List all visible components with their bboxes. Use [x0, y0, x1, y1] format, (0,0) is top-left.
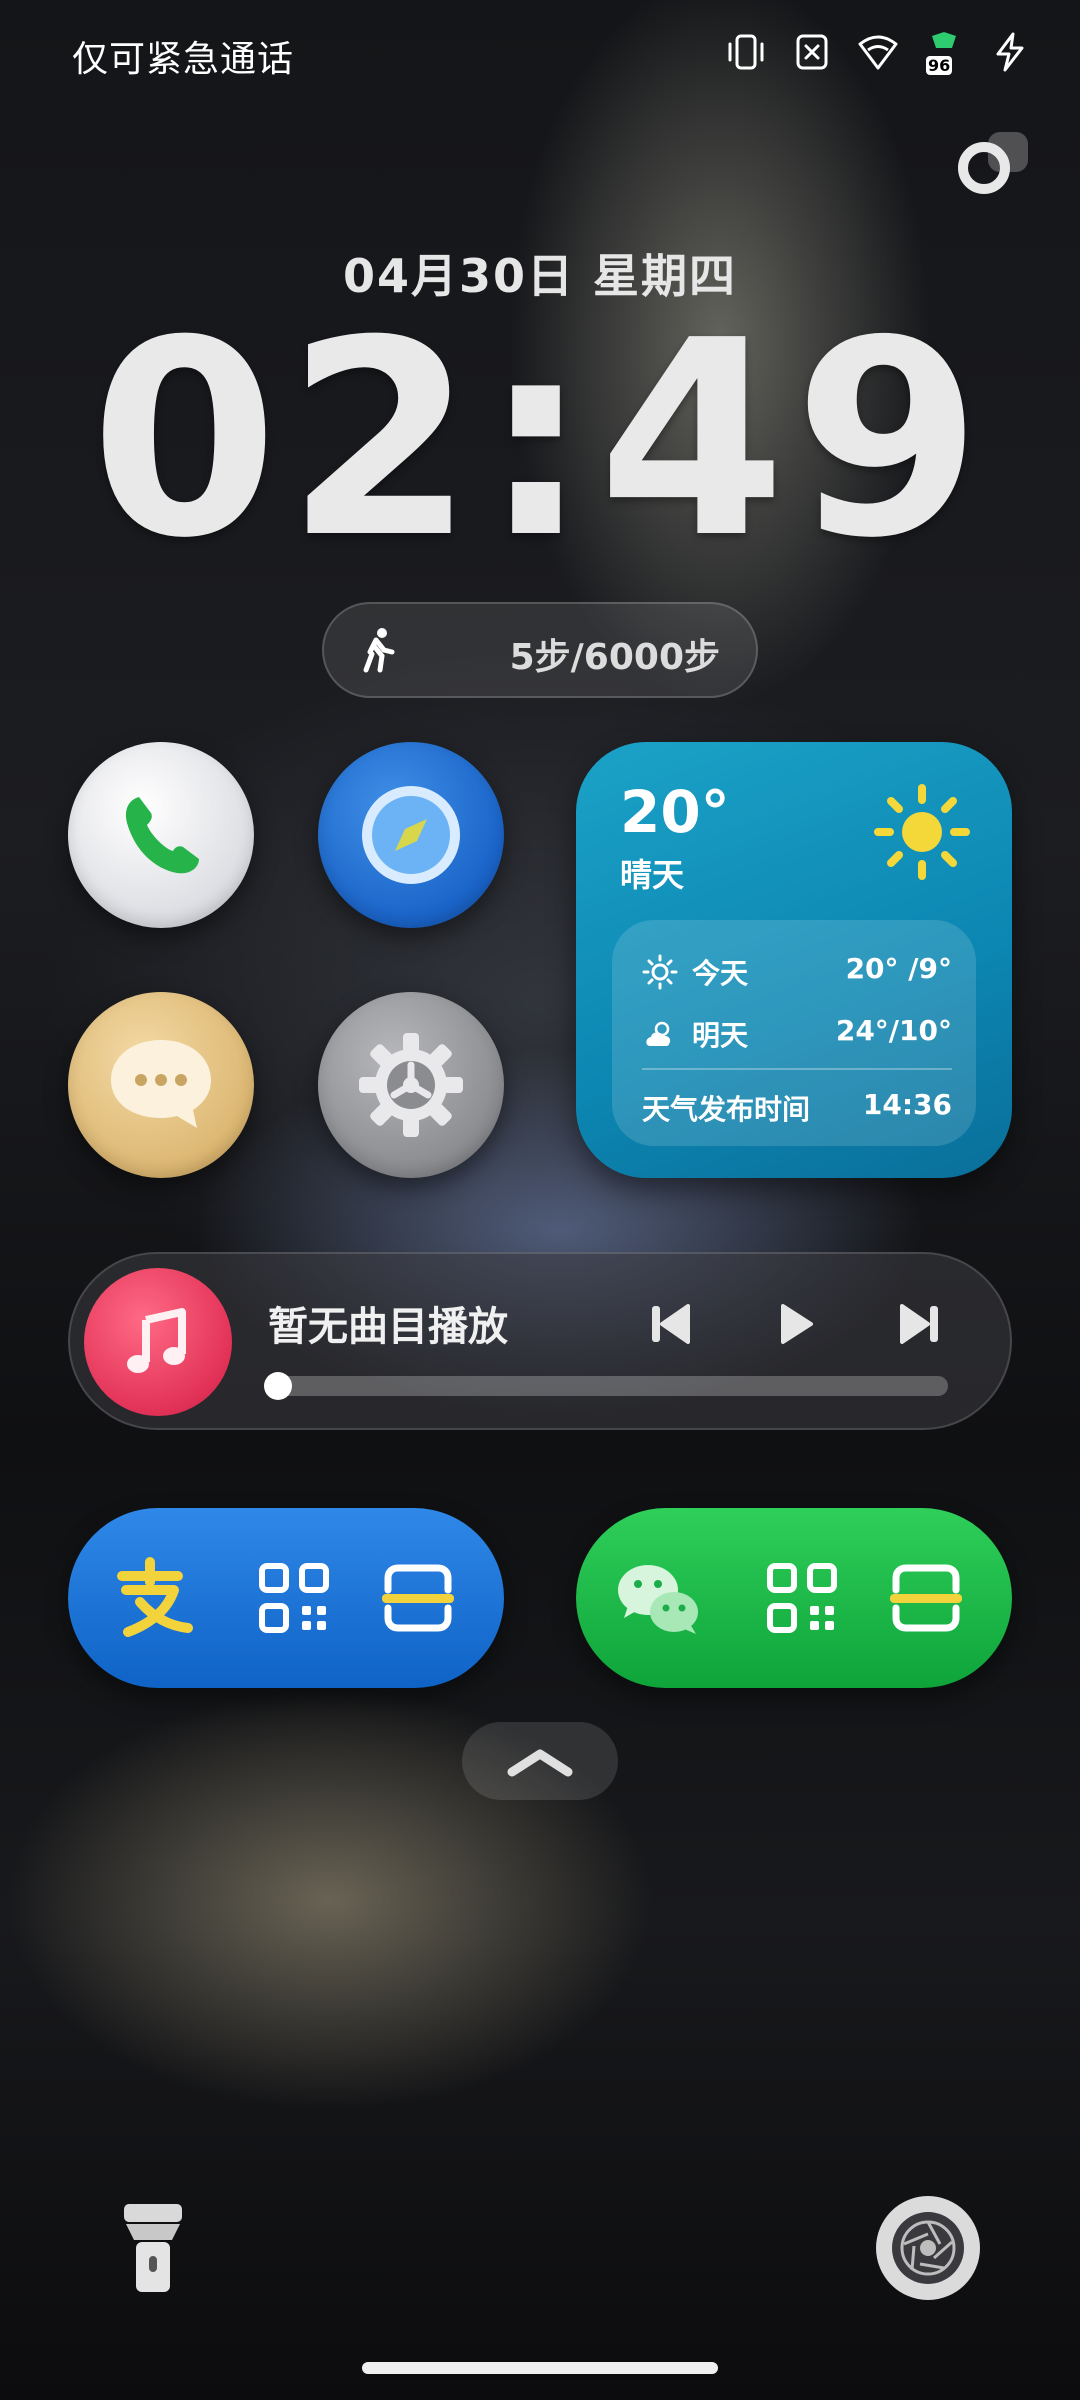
forecast-divider	[642, 1068, 952, 1070]
forecast-row-today: 今天 20° /9°	[642, 946, 952, 994]
settings-app-button[interactable]	[318, 992, 504, 1178]
play-button[interactable]	[765, 1294, 825, 1354]
flashlight-icon	[124, 2204, 182, 2292]
today-range: 20° /9°	[845, 952, 952, 985]
music-progress-bar[interactable]	[268, 1376, 948, 1396]
alipay-shortcut[interactable]	[68, 1508, 504, 1688]
browser-app-button[interactable]	[318, 742, 504, 928]
qr-code-icon[interactable]	[756, 1552, 848, 1644]
previous-track-button[interactable]	[640, 1294, 700, 1354]
step-counter-widget[interactable]: 5步/6000步	[322, 602, 758, 698]
phone-app-button[interactable]	[68, 742, 254, 928]
flashlight-button[interactable]	[118, 2200, 188, 2296]
forecast-row-updated: 天气发布时间 14:36	[642, 1082, 952, 1130]
update-time: 14:36	[862, 1088, 952, 1121]
forecast-row-tomorrow: 明天 24°/10°	[642, 1008, 952, 1056]
music-note-icon	[127, 1308, 186, 1373]
vibrate-icon	[724, 30, 768, 74]
lock-clock: 02:49	[90, 282, 990, 597]
walking-icon	[354, 626, 402, 674]
weather-temperature: 20°	[620, 778, 730, 846]
weather-forecast-panel: 今天 20° /9° 明天 24°/10° 天气发布时间 14:36	[612, 920, 976, 1146]
weather-condition: 晴天	[620, 856, 685, 894]
sun-icon	[874, 784, 970, 880]
tomorrow-range: 24°/10°	[835, 1014, 952, 1047]
gear-icon	[359, 1033, 463, 1137]
music-title: 暂无曲目播放	[268, 1304, 508, 1350]
carrier-status-text: 仅可紧急通话	[72, 39, 295, 80]
scan-icon[interactable]	[880, 1552, 972, 1644]
steps-count: 5步/6000步	[509, 637, 720, 678]
tomorrow-label: 明天	[692, 1019, 749, 1052]
update-label: 天气发布时间	[642, 1093, 811, 1126]
alipay-logo	[117, 1557, 193, 1637]
status-icons: 96	[724, 30, 1032, 75]
messages-app-button[interactable]	[68, 992, 254, 1178]
skip-previous-icon	[652, 1304, 690, 1344]
message-bubble-icon	[111, 1040, 211, 1128]
play-icon	[781, 1304, 813, 1344]
lock-status-icon	[958, 142, 1010, 194]
home-indicator[interactable]	[362, 2362, 718, 2374]
expand-up-button[interactable]	[462, 1722, 618, 1800]
today-label: 今天	[692, 957, 749, 990]
battery-icon: 96	[922, 30, 966, 75]
compass-icon	[362, 786, 460, 884]
next-track-button[interactable]	[890, 1294, 950, 1354]
skip-next-icon	[900, 1304, 938, 1344]
charging-icon	[988, 30, 1032, 74]
phone-icon	[125, 797, 199, 874]
battery-level: 96	[926, 56, 953, 75]
music-app-button[interactable]	[84, 1268, 232, 1416]
sun-small-icon	[642, 954, 678, 990]
partly-cloudy-icon	[646, 1021, 671, 1046]
wifi-icon	[856, 30, 900, 74]
qr-code-icon[interactable]	[248, 1552, 340, 1644]
scan-icon[interactable]	[372, 1552, 464, 1644]
chevron-up-icon	[507, 1749, 573, 1777]
camera-aperture-icon	[892, 2212, 964, 2284]
music-player-widget[interactable]: 暂无曲目播放	[68, 1252, 1012, 1430]
no-sim-icon	[790, 30, 834, 74]
camera-button[interactable]	[876, 2196, 980, 2300]
wechat-logo	[618, 1565, 698, 1634]
music-progress-handle[interactable]	[264, 1372, 292, 1400]
wechat-shortcut[interactable]	[576, 1508, 1012, 1688]
weather-widget[interactable]: 20° 晴天 今天 20° /9° 明天 24°/10° 天气发布时间 14:3…	[576, 742, 1012, 1178]
